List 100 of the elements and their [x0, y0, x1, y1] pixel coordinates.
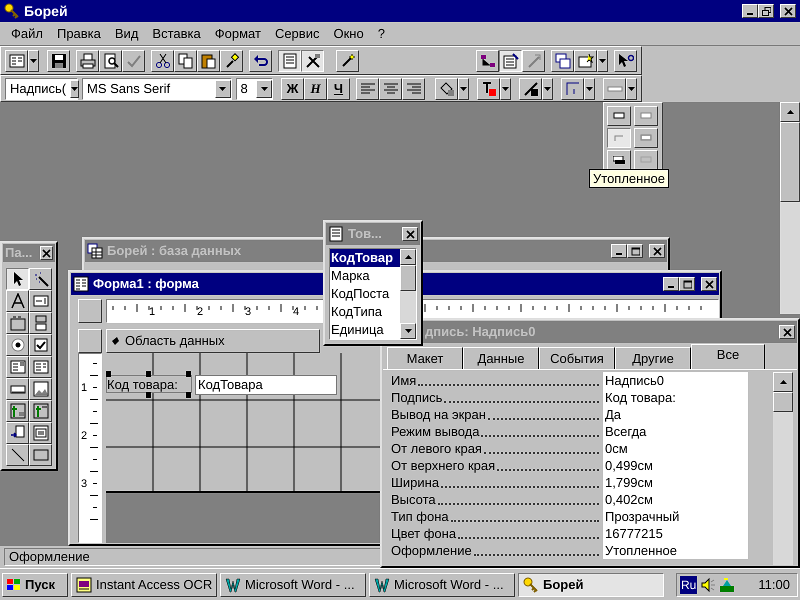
textbox-tool-tool[interactable] — [29, 290, 52, 312]
preview-button[interactable] — [99, 50, 122, 72]
paste-button[interactable] — [197, 50, 220, 72]
field-item[interactable]: КодПоста — [330, 285, 400, 303]
underline-button[interactable]: Ч — [327, 78, 350, 100]
align-right-button[interactable] — [402, 78, 425, 100]
menu-item[interactable]: ? — [370, 24, 392, 44]
scrollbar[interactable] — [400, 249, 416, 339]
dropdown-button[interactable] — [500, 78, 511, 100]
start-button[interactable]: Пуск — [2, 572, 68, 596]
dropdown-button[interactable] — [626, 78, 637, 100]
scrollbar[interactable] — [773, 372, 793, 565]
scroll-down-button[interactable] — [400, 323, 416, 339]
align-left-button[interactable] — [356, 78, 379, 100]
line-width-button[interactable] — [561, 78, 584, 100]
selection-handle[interactable] — [146, 371, 151, 377]
cut-button[interactable] — [151, 50, 174, 72]
field-item[interactable]: КодТовар — [330, 249, 400, 267]
taskbar-button[interactable]: Microsoft Word - ... — [369, 572, 515, 596]
subform-tool-tool[interactable] — [29, 422, 52, 444]
property-value[interactable]: Прозрачный — [603, 508, 748, 525]
minimize-button[interactable] — [742, 4, 758, 18]
section-selector[interactable] — [78, 329, 102, 353]
menu-item[interactable]: Вставка — [145, 24, 208, 44]
property-value[interactable]: 0см — [603, 440, 748, 457]
rectangle-tool-tool[interactable] — [29, 444, 52, 466]
text-box-control[interactable]: КодТовара — [195, 375, 337, 395]
relationships-button[interactable] — [476, 50, 499, 72]
scroll-up-button[interactable] — [400, 249, 416, 265]
tab[interactable]: События — [539, 347, 615, 369]
list-tool-tool[interactable] — [29, 356, 52, 378]
field-item[interactable]: Марка — [330, 267, 400, 285]
close-button[interactable] — [701, 277, 717, 291]
format-painter-button[interactable] — [220, 50, 243, 72]
new-object-button[interactable] — [574, 50, 597, 72]
dropdown-button[interactable] — [542, 78, 553, 100]
selection-handle[interactable] — [186, 392, 191, 398]
property-value[interactable]: Да — [603, 406, 748, 423]
field-item[interactable]: КодТипа — [330, 303, 400, 321]
close-button[interactable] — [780, 4, 796, 18]
property-value[interactable]: Утопленное — [603, 542, 748, 559]
property-value[interactable]: Код товара: — [603, 389, 748, 406]
property-value[interactable]: 1,799см — [603, 474, 748, 491]
maximize-button[interactable] — [627, 244, 643, 258]
property-value[interactable]: 0,402см — [603, 491, 748, 508]
field-item[interactable]: Единица — [330, 321, 400, 339]
ruler-corner[interactable] — [78, 299, 102, 323]
scroll-up-button[interactable] — [780, 102, 800, 122]
menu-item[interactable]: Правка — [50, 24, 108, 44]
database-window-button[interactable] — [551, 50, 574, 72]
dropdown-button[interactable] — [28, 50, 39, 72]
tab[interactable]: Макет — [387, 347, 463, 369]
form-view-button[interactable] — [5, 50, 28, 72]
command-tool-tool[interactable] — [6, 378, 29, 400]
property-value[interactable]: Надпись0 — [603, 372, 748, 389]
property-value[interactable]: Всегда — [603, 423, 748, 440]
undo-button[interactable] — [249, 50, 272, 72]
radio-tool[interactable] — [6, 334, 29, 356]
copy-button[interactable] — [174, 50, 197, 72]
special-effect-button[interactable] — [603, 78, 626, 100]
menu-item[interactable]: Сервис — [268, 24, 326, 44]
selection-handle[interactable] — [146, 392, 151, 398]
taskbar-button[interactable]: Instant Access OCR — [71, 572, 217, 596]
selection-handle[interactable] — [106, 371, 111, 377]
property-value[interactable]: 16777215 — [603, 525, 748, 542]
print-button[interactable] — [76, 50, 99, 72]
size-combo[interactable]: 8 — [236, 78, 273, 100]
dropdown-button[interactable] — [458, 78, 469, 100]
menu-item[interactable]: Окно — [326, 24, 371, 44]
save-button[interactable] — [47, 50, 70, 72]
minimize-button[interactable] — [611, 244, 627, 258]
object-combo[interactable]: Надпись( — [5, 78, 78, 100]
menu-item[interactable]: Вид — [108, 24, 146, 44]
help-button[interactable] — [614, 50, 637, 72]
line-tool-tool[interactable] — [6, 444, 29, 466]
object-frame-tool[interactable] — [6, 400, 29, 422]
dropdown-button[interactable] — [597, 50, 608, 72]
image-tool-tool[interactable] — [29, 378, 52, 400]
minimize-button[interactable] — [663, 277, 679, 291]
tab[interactable]: Все — [691, 344, 765, 370]
bold-button[interactable]: Ж — [281, 78, 304, 100]
line-color-button[interactable] — [519, 78, 542, 100]
label-control[interactable]: Код товара: — [106, 375, 192, 393]
section-bar[interactable]: Область данных — [106, 329, 320, 353]
bound-frame-tool[interactable] — [29, 400, 52, 422]
scroll-thumb[interactable] — [773, 392, 793, 412]
fill-color-button[interactable] — [435, 78, 458, 100]
selection-handle[interactable] — [186, 371, 191, 377]
close-button[interactable] — [649, 244, 665, 258]
close-button[interactable] — [779, 325, 795, 339]
close-button[interactable] — [40, 246, 53, 260]
option-group-tool[interactable] — [6, 312, 29, 334]
toolbox-button[interactable] — [301, 50, 324, 72]
pointer-tool[interactable] — [6, 268, 29, 290]
field-list-button[interactable] — [278, 50, 301, 72]
page-break-tool[interactable] — [6, 422, 29, 444]
align-center-button[interactable] — [379, 78, 402, 100]
scroll-thumb[interactable] — [400, 265, 416, 291]
tab[interactable]: Данные — [463, 347, 539, 369]
checkbox-tool[interactable] — [29, 334, 52, 356]
